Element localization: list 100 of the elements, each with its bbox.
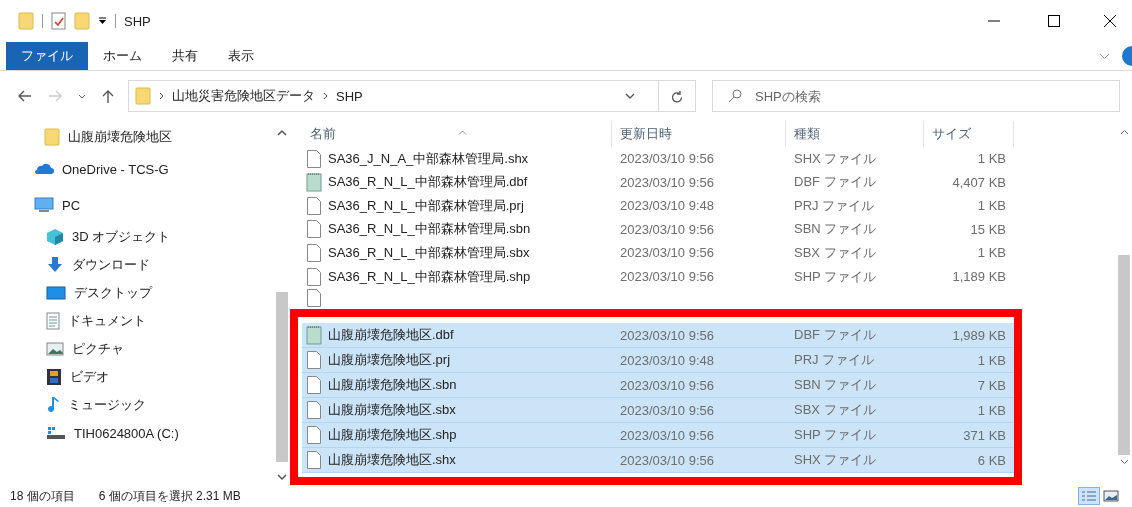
refresh-icon[interactable] bbox=[671, 89, 683, 103]
file-size: 6 KB bbox=[976, 452, 1007, 468]
file-row[interactable]: 山腹崩壊危険地区.sbn 2023/03/10 9:56 SBN ファイル 7 KB bbox=[302, 373, 1014, 398]
nav-item[interactable]: TIH0624800A (C:) bbox=[0, 419, 274, 447]
file-size: 7 KB bbox=[976, 377, 1007, 393]
nav-item[interactable]: OneDrive - TCS-G bbox=[0, 151, 274, 187]
nav-item[interactable]: ピクチャ bbox=[0, 335, 274, 363]
breadcrumb[interactable]: 山地災害危険地区データ bbox=[172, 87, 315, 105]
nav-item[interactable]: デスクトップ bbox=[0, 279, 274, 307]
file-icon bbox=[306, 148, 322, 169]
file-icon bbox=[306, 195, 322, 216]
up-arrow-icon[interactable] bbox=[102, 89, 114, 103]
ribbon-tab[interactable]: ホーム bbox=[88, 42, 157, 70]
column-header[interactable]: 種類 bbox=[786, 121, 924, 147]
file-name: 山腹崩壊危険地区.sbx bbox=[328, 401, 456, 419]
download-icon bbox=[46, 256, 64, 274]
chevron-right-icon[interactable] bbox=[159, 92, 164, 100]
scroll-down-icon[interactable] bbox=[1119, 459, 1129, 465]
scroll-up-icon[interactable] bbox=[277, 129, 287, 136]
close-icon[interactable] bbox=[1104, 15, 1116, 27]
nav-item[interactable]: ビデオ bbox=[0, 363, 274, 391]
file-row[interactable]: 山腹崩壊危険地区.shx 2023/03/10 9:56 SHX ファイル 6 KB bbox=[302, 448, 1014, 473]
ribbon-tab[interactable]: 表示 bbox=[213, 42, 269, 70]
file-size: 1 KB bbox=[976, 198, 1007, 214]
file-size: 4,407 KB bbox=[951, 174, 1007, 190]
scroll-up-icon[interactable] bbox=[1119, 129, 1129, 135]
nav-item[interactable]: 3D オブジェクト bbox=[0, 223, 274, 251]
file-icon bbox=[306, 400, 322, 420]
column-header[interactable]: 名前 bbox=[302, 121, 612, 147]
file-name: 山腹崩壊危険地区.shp bbox=[328, 426, 457, 444]
file-name: 山腹崩壊危険地区.shx bbox=[328, 451, 456, 469]
scrollbar-thumb[interactable] bbox=[1118, 255, 1130, 455]
computer-icon bbox=[34, 197, 54, 213]
selection-info: 6 個の項目を選択 2.31 MB bbox=[98, 487, 241, 505]
column-header[interactable]: サイズ bbox=[924, 121, 1014, 147]
file-row[interactable]: 山腹崩壊危険地区.dbf 2023/03/10 9:56 DBF ファイル 1,989 KB bbox=[302, 323, 1014, 348]
file-type: SBN ファイル bbox=[793, 220, 878, 239]
nav-item[interactable]: 山腹崩壊危険地区 bbox=[0, 123, 274, 151]
file-icon bbox=[306, 242, 322, 263]
ribbon-tab[interactable]: 共有 bbox=[157, 42, 213, 70]
file-type: DBF ファイル bbox=[793, 326, 877, 344]
modified-date: 2023/03/10 9:56 bbox=[619, 174, 715, 190]
file-type: SHX ファイル bbox=[793, 149, 878, 168]
file-icon bbox=[306, 425, 322, 445]
file-icon bbox=[306, 219, 322, 240]
file-name: SA36_J_N_A_中部森林管理局.shx bbox=[328, 149, 529, 168]
breadcrumb[interactable]: SHP bbox=[336, 88, 363, 104]
file-icon bbox=[306, 375, 322, 395]
column-header[interactable]: 更新日時 bbox=[612, 121, 786, 147]
modified-date: 2023/03/10 9:48 bbox=[619, 352, 715, 368]
folder-icon bbox=[135, 87, 151, 105]
modified-date: 2023/03/10 9:48 bbox=[619, 198, 715, 214]
search-field[interactable]: SHPの検索 bbox=[712, 80, 1120, 112]
scrollbar-thumb[interactable] bbox=[276, 292, 288, 462]
file-type: SBX ファイル bbox=[793, 401, 877, 419]
file-row[interactable]: SA36_R_N_L_中部森林管理局.prj 2023/03/10 9:48 PRJ ファイル 1 KB bbox=[302, 194, 1014, 218]
desktop-icon bbox=[46, 286, 66, 300]
drive-icon bbox=[46, 426, 66, 440]
file-row[interactable]: SA36_J_N_A_中部森林管理局.shx 2023/03/10 9:56 SHX ファイル 1 KB bbox=[302, 147, 1014, 171]
nav-item[interactable]: PC bbox=[0, 187, 274, 223]
file-size: 371 KB bbox=[962, 427, 1007, 443]
file-type: DBF ファイル bbox=[793, 173, 877, 192]
modified-date: 2023/03/10 9:56 bbox=[619, 269, 715, 284]
chevron-down-icon[interactable] bbox=[78, 93, 86, 99]
nav-item[interactable]: ダウンロード bbox=[0, 251, 274, 279]
image-icon bbox=[46, 342, 64, 356]
ribbon-tab[interactable]: ファイル bbox=[6, 42, 88, 70]
file-size: 15 KB bbox=[969, 221, 1007, 237]
file-name: 山腹崩壊危険地区.prj bbox=[328, 351, 451, 369]
file-row[interactable]: 山腹崩壊危険地区.sbx 2023/03/10 9:56 SBX ファイル 1 KB bbox=[302, 398, 1014, 423]
cube-icon bbox=[46, 228, 64, 246]
item-count: 18 個の項目 bbox=[10, 487, 75, 505]
file-row[interactable]: SA36_R_N_L_中部森林管理局.sbn 2023/03/10 9:56 SBN ファイル 15 KB bbox=[302, 217, 1014, 242]
file-row[interactable]: 山腹崩壊危険地区.shp 2023/03/10 9:56 SHP ファイル 371 KB bbox=[302, 423, 1014, 448]
file-type: SBX ファイル bbox=[793, 243, 877, 262]
chevron-right-icon[interactable] bbox=[323, 92, 328, 100]
nav-item[interactable]: ドキュメント bbox=[0, 307, 274, 335]
back-arrow-icon[interactable] bbox=[18, 90, 32, 102]
cloud-icon bbox=[34, 163, 54, 175]
scroll-down-icon[interactable] bbox=[277, 474, 287, 481]
file-type: SHP ファイル bbox=[793, 426, 878, 444]
file-size: 1,189 KB bbox=[951, 269, 1007, 284]
large-icons-view-icon[interactable] bbox=[1102, 487, 1120, 505]
file-name: SA36_R_N_L_中部森林管理局.prj bbox=[328, 196, 524, 215]
modified-date: 2023/03/10 9:56 bbox=[619, 327, 715, 343]
file-name: SA36_R_N_L_中部森林管理局.sbn bbox=[328, 220, 531, 239]
file-row[interactable]: SA36_R_N_L_中部森林管理局.shp 2023/03/10 9:56 SHP ファイル 1,189 KB bbox=[302, 264, 1014, 289]
folder-icon bbox=[18, 12, 34, 30]
modified-date: 2023/03/10 9:56 bbox=[619, 151, 715, 167]
file-row[interactable]: 山腹崩壊危険地区.prj 2023/03/10 9:48 PRJ ファイル 1 KB bbox=[302, 348, 1014, 373]
chevron-down-icon[interactable] bbox=[625, 93, 635, 99]
file-row[interactable]: SA36_R_N_L_中部森林管理局.sbx 2023/03/10 9:56 SBX ファイル 1 KB bbox=[302, 241, 1014, 265]
nav-item[interactable]: ミュージック bbox=[0, 391, 274, 419]
file-row[interactable]: SA36_R_N_L_中部森林管理局.dbf 2023/03/10 9:56 DBF ファイル 4,407 KB bbox=[302, 170, 1014, 195]
dropdown-icon[interactable] bbox=[98, 17, 107, 25]
checklist-icon[interactable] bbox=[51, 12, 66, 30]
modified-date: 2023/03/10 9:56 bbox=[619, 245, 715, 261]
maximize-icon[interactable] bbox=[1048, 15, 1060, 27]
modified-date: 2023/03/10 9:56 bbox=[619, 221, 715, 237]
file-icon bbox=[306, 450, 322, 470]
